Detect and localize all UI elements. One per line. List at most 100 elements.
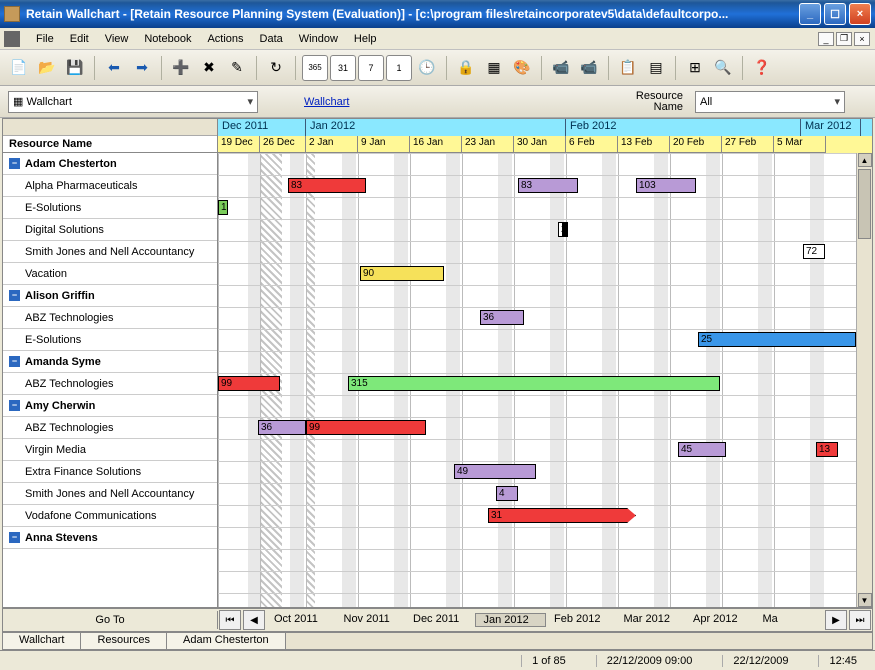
resource-row[interactable]: −Adam Chesterton	[3, 153, 217, 175]
camera1-icon[interactable]: 📹	[548, 55, 574, 81]
project-row[interactable]: Smith Jones and Nell Accountancy	[3, 241, 217, 263]
gantt-bar[interactable]: 13	[816, 442, 838, 457]
collapse-icon[interactable]: −	[9, 158, 20, 169]
inner-restore-button[interactable]: ❐	[836, 32, 852, 46]
project-row[interactable]: Digital Solutions	[3, 219, 217, 241]
scroll-up-button[interactable]: ▲	[858, 153, 872, 167]
gantt-bar[interactable]: 83	[288, 178, 366, 193]
project-row[interactable]: Vacation	[3, 263, 217, 285]
inner-minimize-button[interactable]: _	[818, 32, 834, 46]
resource-filter[interactable]: All ▾	[695, 91, 845, 113]
help-icon[interactable]: ❓	[749, 55, 775, 81]
resource-row[interactable]: −Amy Cherwin	[3, 395, 217, 417]
gantt-bar[interactable]: 36	[480, 310, 524, 325]
menu-actions[interactable]: Actions	[199, 31, 251, 47]
gantt-bar[interactable]: 36	[258, 420, 306, 435]
resource-row[interactable]: −Amanda Syme	[3, 351, 217, 373]
clock-icon[interactable]: 🕒	[414, 55, 440, 81]
menu-edit[interactable]: Edit	[62, 31, 97, 47]
resource-row[interactable]: −Alison Griffin	[3, 285, 217, 307]
scroll-down-button[interactable]: ▼	[858, 593, 872, 607]
gantt-bar[interactable]: 103	[636, 178, 696, 193]
nav-next-button[interactable]: ▶	[825, 610, 847, 630]
menu-file[interactable]: File	[28, 31, 62, 47]
grid-icon[interactable]: ▦	[481, 55, 507, 81]
menu-data[interactable]: Data	[252, 31, 291, 47]
resource-row[interactable]: −Anna Stevens	[3, 527, 217, 549]
minimize-button[interactable]: _	[799, 3, 821, 25]
copy-icon[interactable]: 📋	[615, 55, 641, 81]
forward-icon[interactable]: ➡	[129, 55, 155, 81]
nav-month[interactable]: Dec 2011	[405, 613, 475, 627]
project-row[interactable]: Vodafone Communications	[3, 505, 217, 527]
inner-close-button[interactable]: ×	[854, 32, 870, 46]
view-selector[interactable]: ▦ Wallchart ▾	[8, 91, 258, 113]
gantt-grid[interactable]: 83831031272903625993153699451349431	[218, 153, 872, 607]
edit-icon[interactable]: ✎	[224, 55, 250, 81]
gantt-bar[interactable]: 315	[348, 376, 720, 391]
open-icon[interactable]: 📂	[34, 55, 60, 81]
save-icon[interactable]: 💾	[62, 55, 88, 81]
gantt-bar[interactable]: 25	[698, 332, 856, 347]
gantt-bar[interactable]: 83	[518, 178, 578, 193]
project-row[interactable]: Extra Finance Solutions	[3, 461, 217, 483]
gantt-bar[interactable]: 99	[218, 376, 280, 391]
tab-resources[interactable]: Resources	[81, 633, 167, 649]
nav-prev-button[interactable]: ◀	[243, 610, 265, 630]
new-icon[interactable]: 📄	[6, 55, 32, 81]
refresh-icon[interactable]: ↻	[263, 55, 289, 81]
collapse-icon[interactable]: −	[9, 532, 20, 543]
delete-icon[interactable]: ✖	[196, 55, 222, 81]
nav-month[interactable]: Feb 2012	[546, 613, 616, 627]
collapse-icon[interactable]: −	[9, 290, 20, 301]
gantt-bar[interactable]: 4	[496, 486, 518, 501]
project-row[interactable]: ABZ Technologies	[3, 417, 217, 439]
tab-wallchart[interactable]: Wallchart	[3, 633, 81, 649]
camera2-icon[interactable]: 📹	[576, 55, 602, 81]
back-icon[interactable]: ⬅	[101, 55, 127, 81]
gridopt-icon[interactable]: ▤	[643, 55, 669, 81]
gantt-bar[interactable]	[562, 222, 568, 237]
resource-column-header[interactable]: Resource Name	[3, 136, 217, 153]
project-row[interactable]: E-Solutions	[3, 329, 217, 351]
gantt-bar[interactable]: 31	[488, 508, 636, 523]
gantt-bar[interactable]: 45	[678, 442, 726, 457]
scroll-thumb[interactable]	[858, 169, 871, 239]
add-icon[interactable]: ➕	[168, 55, 194, 81]
maximize-button[interactable]: ☐	[824, 3, 846, 25]
project-row[interactable]: E-Solutions	[3, 197, 217, 219]
nav-month[interactable]: Ma	[755, 613, 825, 627]
nav-first-button[interactable]: ⏮	[219, 610, 241, 630]
nav-last-button[interactable]: ⏭	[849, 610, 871, 630]
gantt-bar[interactable]: 90	[360, 266, 444, 281]
menu-view[interactable]: View	[97, 31, 137, 47]
nav-month[interactable]: Apr 2012	[685, 613, 755, 627]
close-button[interactable]: ×	[849, 3, 871, 25]
project-row[interactable]: ABZ Technologies	[3, 307, 217, 329]
view-week-button[interactable]: 7	[358, 55, 384, 81]
view-day-button[interactable]: 1	[386, 55, 412, 81]
nav-month[interactable]: Nov 2011	[336, 613, 406, 627]
vertical-scrollbar[interactable]: ▲ ▼	[856, 153, 872, 607]
nav-month[interactable]: Oct 2011	[266, 613, 336, 627]
gantt-bar[interactable]: 49	[454, 464, 536, 479]
menu-help[interactable]: Help	[346, 31, 385, 47]
project-row[interactable]: Alpha Pharmaceuticals	[3, 175, 217, 197]
collapse-icon[interactable]: −	[9, 400, 20, 411]
project-row[interactable]: Smith Jones and Nell Accountancy	[3, 483, 217, 505]
wallchart-link[interactable]: Wallchart	[304, 96, 349, 108]
project-row[interactable]: Virgin Media	[3, 439, 217, 461]
view-month-button[interactable]: 31	[330, 55, 356, 81]
palette-icon[interactable]: 🎨	[509, 55, 535, 81]
gantt-bar[interactable]: 72	[803, 244, 825, 259]
tab-resource-detail[interactable]: Adam Chesterton	[167, 633, 286, 649]
project-row[interactable]: ABZ Technologies	[3, 373, 217, 395]
view-year-button[interactable]: 365	[302, 55, 328, 81]
collapse-icon[interactable]: −	[9, 356, 20, 367]
gantt-bar[interactable]: 99	[306, 420, 426, 435]
nav-month[interactable]: Jan 2012	[475, 613, 547, 627]
goto-button[interactable]: Go To	[3, 611, 218, 629]
menu-notebook[interactable]: Notebook	[136, 31, 199, 47]
grid2-icon[interactable]: ⊞	[682, 55, 708, 81]
nav-month[interactable]: Mar 2012	[616, 613, 686, 627]
